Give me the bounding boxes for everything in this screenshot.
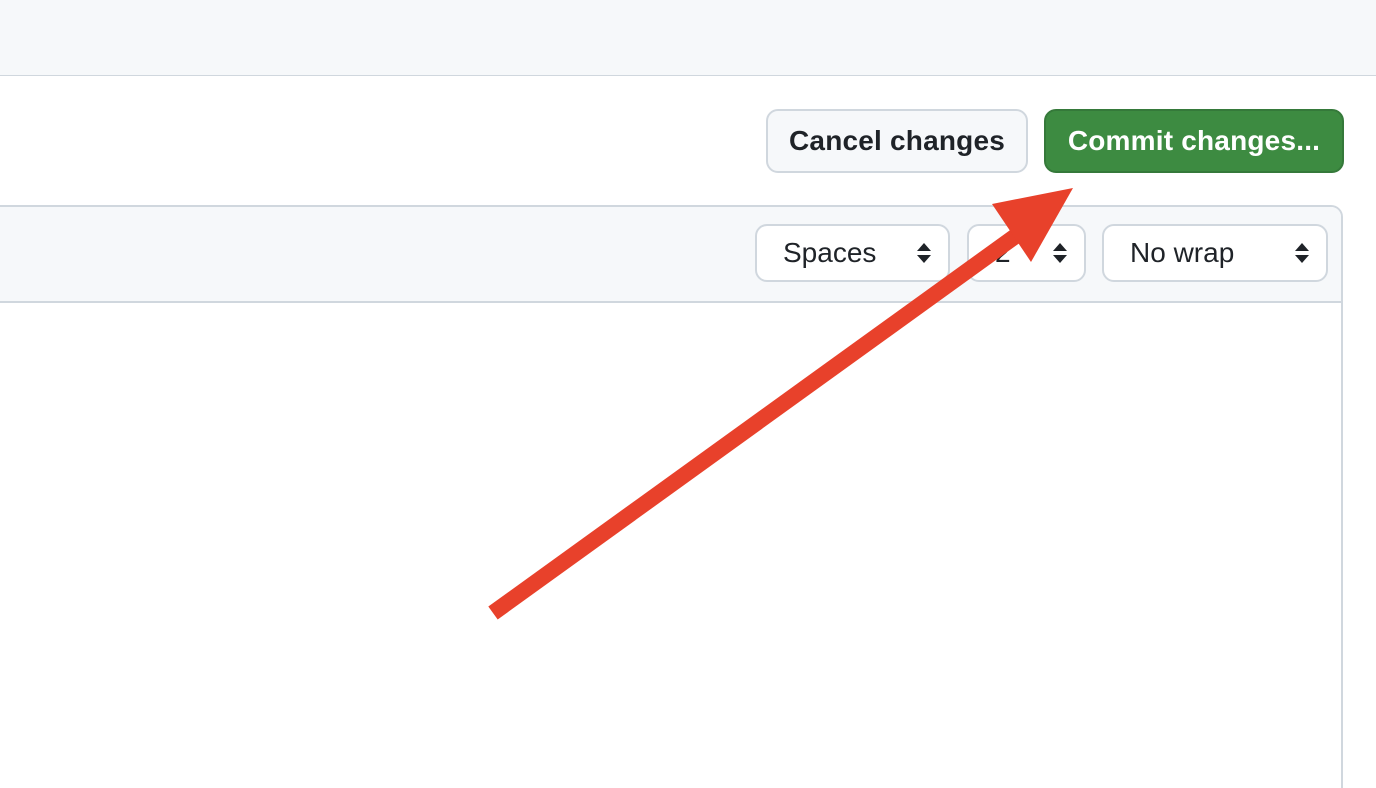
indent-mode-select[interactable]: Spaces: [755, 224, 950, 282]
select-caret-icon: [917, 243, 931, 263]
editor-text-area[interactable]: [0, 303, 1341, 788]
indent-size-select[interactable]: 2: [967, 224, 1086, 282]
commit-changes-button[interactable]: Commit changes...: [1044, 109, 1344, 173]
indent-size-value: 2: [995, 237, 1011, 268]
top-bar: [0, 0, 1376, 76]
wrap-mode-select[interactable]: No wrap: [1102, 224, 1328, 282]
indent-mode-value: Spaces: [783, 237, 877, 268]
select-caret-icon: [1295, 243, 1309, 263]
file-editor: Spaces 2 No wrap: [0, 205, 1343, 788]
wrap-mode-value: No wrap: [1130, 237, 1235, 268]
page: Cancel changes Commit changes... Spaces …: [0, 0, 1376, 788]
editor-toolbar: Spaces 2 No wrap: [0, 207, 1341, 303]
cancel-changes-button[interactable]: Cancel changes: [766, 109, 1028, 173]
select-caret-icon: [1053, 243, 1067, 263]
